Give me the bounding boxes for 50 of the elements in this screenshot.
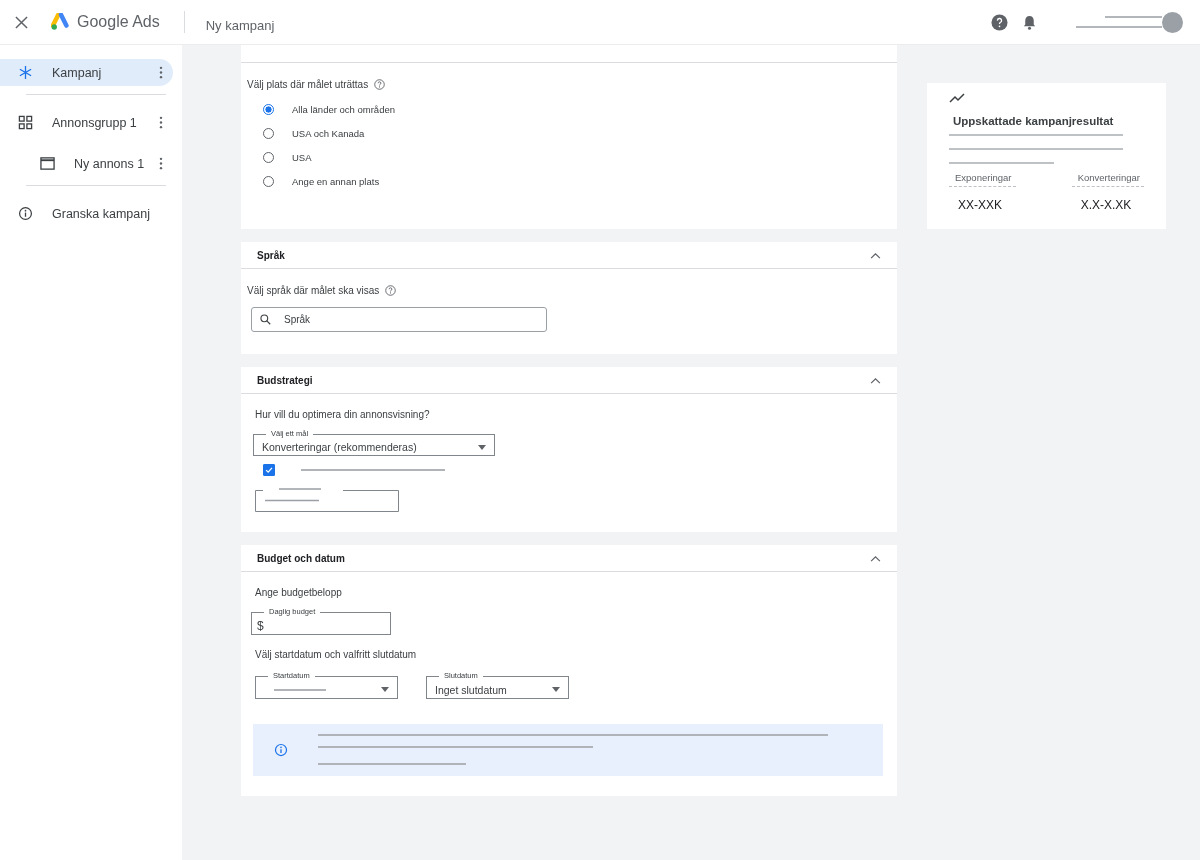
more-icon[interactable] xyxy=(159,66,163,79)
metric-value: XX-XXK xyxy=(957,198,1002,212)
grid-icon xyxy=(18,115,33,130)
sidebar-item[interactable]: Granska kampanj xyxy=(0,200,173,227)
dropdown-arrow-icon xyxy=(381,687,389,692)
section-title: Budstrategi xyxy=(257,374,313,386)
section-title: Språk xyxy=(257,249,285,261)
budget-prompt: Ange budgetbelopp xyxy=(255,586,343,598)
chevron-icon[interactable] xyxy=(870,376,881,384)
sidebar-item[interactable]: Kampanj xyxy=(0,59,173,86)
sidebar-item[interactable]: Annonsgrupp 1 xyxy=(0,109,173,136)
more-icon[interactable] xyxy=(159,116,163,129)
bid-question: Hur vill du optimera din annonsvisning? xyxy=(255,408,431,420)
location-prompt: Välj plats där målet uträttas xyxy=(247,79,369,90)
asterisk-icon xyxy=(18,65,33,80)
help-icon[interactable] xyxy=(385,285,397,296)
text-placeholder-line xyxy=(274,688,326,691)
metric-label: Exponeringar xyxy=(949,172,1016,187)
avatar[interactable] xyxy=(1162,11,1183,33)
logo-text: Google Ads xyxy=(77,13,160,31)
language-prompt: Välj språk där målet ska visas xyxy=(247,285,380,296)
chevron-icon[interactable] xyxy=(870,251,881,259)
window-icon xyxy=(40,156,55,171)
help-icon[interactable] xyxy=(374,79,386,90)
checkbox[interactable] xyxy=(263,464,275,476)
radio-option[interactable]: USA xyxy=(263,150,897,164)
radio-option[interactable]: Ange en annan plats xyxy=(263,174,897,188)
chevron-icon[interactable] xyxy=(870,554,881,562)
section-title: Budget och datum xyxy=(257,552,345,564)
info-icon xyxy=(274,743,288,757)
trend-icon xyxy=(949,93,965,103)
help-icon[interactable] xyxy=(991,13,1008,31)
radio-button[interactable] xyxy=(263,103,274,115)
logo-icon xyxy=(51,13,71,31)
dropdown-arrow-icon xyxy=(552,687,560,692)
language-search-field[interactable]: Språk xyxy=(251,307,547,332)
estimate-title: Uppskattade kampanjresultat xyxy=(953,115,1115,127)
close-icon[interactable] xyxy=(15,15,28,29)
page-title: Ny kampanj xyxy=(205,17,275,33)
dropdown-arrow-icon xyxy=(478,444,486,450)
metric-value: X.X-X.XK xyxy=(1079,198,1132,212)
search-icon xyxy=(260,314,271,325)
dates-prompt: Välj startdatum och valfritt slutdatum xyxy=(255,648,418,660)
more-icon[interactable] xyxy=(159,157,163,170)
bell-icon[interactable] xyxy=(1021,13,1038,31)
radio-option[interactable]: Alla länder och områden xyxy=(263,102,897,116)
metric-label: Konverteringar xyxy=(1071,172,1144,187)
sidebar-item[interactable]: Ny annons 1 xyxy=(0,150,173,177)
info-icon xyxy=(18,206,33,221)
radio-option[interactable]: USA och Kanada xyxy=(263,126,897,140)
